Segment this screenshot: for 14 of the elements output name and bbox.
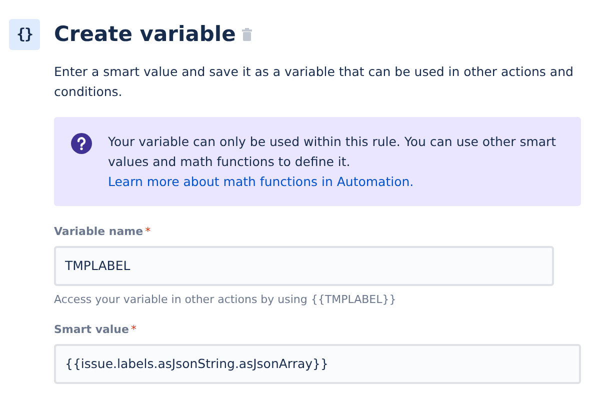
required-mark: *	[145, 224, 151, 240]
trash-icon[interactable]	[242, 28, 252, 41]
required-mark: *	[130, 322, 136, 338]
field-label: Variable name	[54, 224, 144, 240]
input-field[interactable]: TMPLABEL	[54, 246, 554, 286]
help-text: Access your variable in other actions by using {{TMPLABEL}}	[54, 292, 398, 308]
braces-icon: {}	[16, 23, 33, 46]
learn-more-link[interactable]: Learn more about math functions in Automation.	[108, 174, 414, 189]
help-icon	[71, 133, 92, 154]
info-text: Your variable can only be used within this rule. You can use other smart values and math functions to define it. Learn more about math functions in Automation.	[108, 133, 558, 191]
page-title: Create variable	[54, 24, 236, 45]
field-label: Smart value	[54, 322, 129, 338]
description-text: Enter a smart value and save it as a variable that can be used in other actions and conditions.	[54, 63, 574, 101]
input-field[interactable]: {{issue.labels.asJsonString.asJsonArray}}	[54, 344, 581, 384]
